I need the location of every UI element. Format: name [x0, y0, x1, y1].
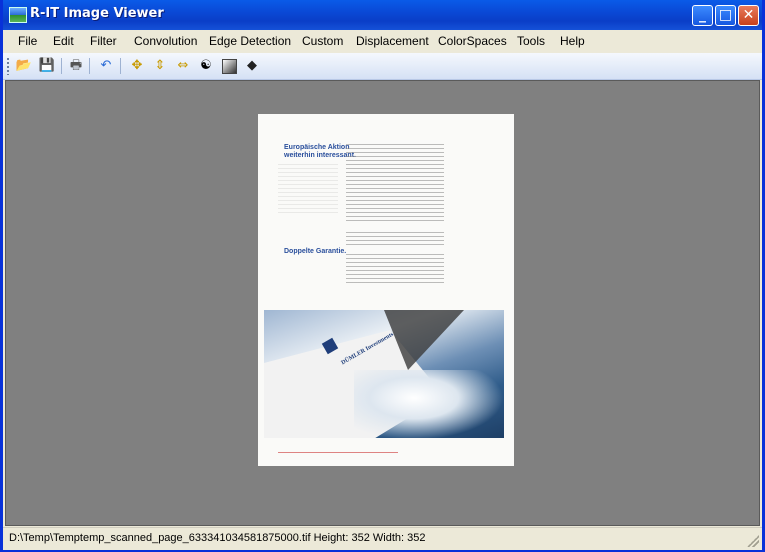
- doc-text-block: [346, 254, 444, 286]
- menu-filter[interactable]: Filter: [90, 34, 117, 48]
- toolbar-separator: [89, 58, 90, 74]
- menu-custom[interactable]: Custom: [302, 34, 343, 48]
- undo-icon[interactable]: ↶: [97, 57, 115, 75]
- menu-bar: File Edit Filter Convolution Edge Detect…: [3, 30, 762, 53]
- minimize-icon: _: [699, 7, 706, 23]
- print-icon[interactable]: 🖶: [67, 57, 85, 75]
- maximize-icon: □: [718, 7, 733, 23]
- doc-footer: [278, 452, 398, 453]
- menu-tools[interactable]: Tools: [517, 34, 545, 48]
- save-icon[interactable]: 💾: [38, 57, 56, 75]
- toolbar-grip[interactable]: [7, 58, 9, 75]
- fit-width-icon[interactable]: ⇔: [174, 57, 192, 75]
- sailboat-photo: DÜMLER Investments: [264, 310, 504, 438]
- close-icon: ✕: [742, 7, 755, 23]
- yin-yang-icon[interactable]: ☯: [197, 57, 215, 75]
- move-icon[interactable]: ✥: [128, 57, 146, 75]
- 3d-shape-icon[interactable]: ◆: [243, 57, 261, 75]
- minimize-button[interactable]: _: [692, 5, 713, 26]
- toolbar-separator: [120, 58, 121, 74]
- title-bar[interactable]: R-IT Image Viewer _ □ ✕: [3, 0, 762, 30]
- menu-edit[interactable]: Edit: [53, 34, 74, 48]
- menu-colorspaces[interactable]: ColorSpaces: [438, 34, 507, 48]
- scanned-page-image: Europäische Aktion weiterhin interessant…: [258, 114, 514, 466]
- app-icon: [9, 7, 27, 23]
- close-button[interactable]: ✕: [738, 5, 759, 26]
- window-title: R-IT Image Viewer: [30, 6, 164, 21]
- doc-text-block: [346, 232, 444, 247]
- menu-help[interactable]: Help: [560, 34, 585, 48]
- toolbar: 📂 💾 🖶 ↶ ✥ ⇕ ⇔ ☯ ◆: [3, 53, 762, 80]
- status-bar: D:\Temp\Temptemp_scanned_page_6333410345…: [3, 527, 762, 550]
- menu-displacement[interactable]: Displacement: [356, 34, 429, 48]
- menu-edge-detection[interactable]: Edge Detection: [209, 34, 291, 48]
- wave-foam: [354, 370, 504, 438]
- menu-convolution[interactable]: Convolution: [134, 34, 197, 48]
- main-window: R-IT Image Viewer _ □ ✕ File Edit Filter…: [0, 0, 765, 552]
- resize-grip[interactable]: [747, 535, 759, 547]
- status-text: D:\Temp\Temptemp_scanned_page_6333410345…: [9, 532, 426, 544]
- gradient-icon[interactable]: [220, 57, 238, 75]
- doc-text-ghost: [278, 164, 338, 214]
- open-folder-icon[interactable]: 📂: [15, 57, 33, 75]
- menu-file[interactable]: File: [18, 34, 37, 48]
- toolbar-separator: [61, 58, 62, 74]
- doc-text-block: [346, 144, 444, 224]
- maximize-button[interactable]: □: [715, 5, 736, 26]
- image-canvas[interactable]: Europäische Aktion weiterhin interessant…: [5, 80, 760, 526]
- fit-height-icon[interactable]: ⇕: [151, 57, 169, 75]
